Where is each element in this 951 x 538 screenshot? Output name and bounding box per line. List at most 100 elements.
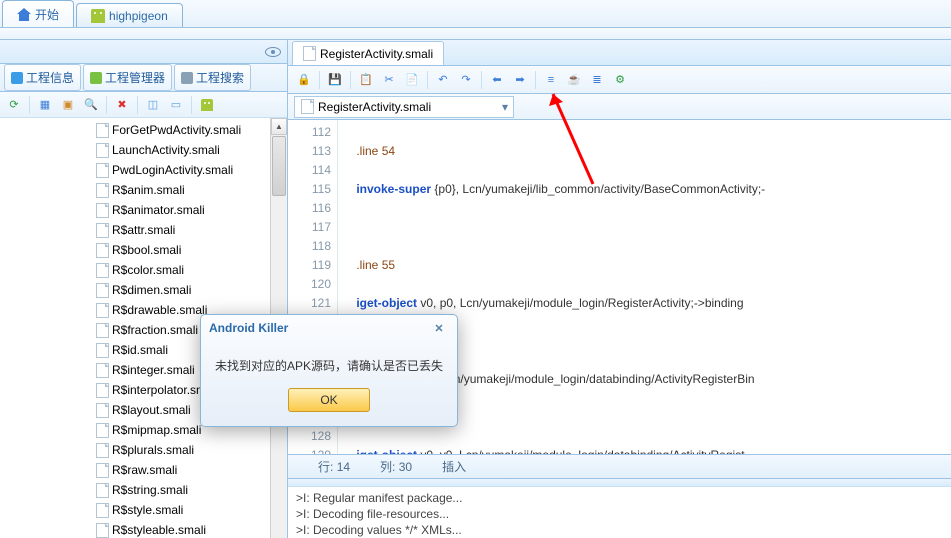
android-icon [201,99,213,111]
tree-item-label: R$styleable.smali [112,523,206,537]
copy-button[interactable]: 📋 [356,70,376,90]
tool-save[interactable]: ▦ [35,95,55,115]
editor-subtoolbar: RegisterActivity.smali [288,94,951,120]
line-number: 120 [288,275,331,294]
scroll-up-button[interactable]: ▲ [271,118,287,135]
close-button[interactable]: ✕ [429,320,449,336]
status-row: 行: 14 [318,458,350,475]
separator [481,71,482,89]
redo-button[interactable]: ↷ [456,70,476,90]
dialog-title: Android Killer [209,321,288,335]
line-number: 118 [288,237,331,256]
scroll-thumb[interactable] [272,136,286,196]
file-icon [96,503,109,518]
tree-item-label: R$id.smali [112,343,168,357]
tree-item-label: R$color.smali [112,263,184,277]
tree-item[interactable]: ForGetPwdActivity.smali [0,120,287,140]
file-select[interactable]: RegisterActivity.smali [294,96,514,118]
tab-project-manager-label: 工程管理器 [105,69,165,86]
tab-start[interactable]: 开始 [2,0,74,27]
ok-button[interactable]: OK [288,388,370,412]
cut-button[interactable]: ✂ [379,70,399,90]
tree-item-label: R$string.smali [112,483,188,497]
align-button[interactable]: ≣ [587,70,607,90]
file-icon [96,263,109,278]
file-icon [96,183,109,198]
tree-item[interactable]: R$attr.smali [0,220,287,240]
tool-copy[interactable]: ▣ [58,95,78,115]
tree-item-label: R$drawable.smali [112,303,207,317]
dialog-message: 未找到对应的APK源码，请确认是否已丢失 [201,341,457,382]
forward-button[interactable]: ➡ [510,70,530,90]
tab-project-search[interactable]: 工程搜索 [174,64,251,91]
left-tabs: 工程信息 工程管理器 工程搜索 [0,64,287,92]
save-button[interactable]: 💾 [325,70,345,90]
file-tab[interactable]: RegisterActivity.smali [292,41,444,65]
tab-project[interactable]: highpigeon [76,3,183,27]
tree-item-label: R$integer.smali [112,363,195,377]
tool-find[interactable]: 🔍 [81,95,101,115]
tree-item[interactable]: R$raw.smali [0,460,287,480]
file-icon [96,223,109,238]
file-icon [96,203,109,218]
tree-item-label: R$style.smali [112,503,183,517]
tree-item-label: R$dimen.smali [112,283,191,297]
file-icon [96,483,109,498]
tree-item-label: R$layout.smali [112,403,191,417]
output-line: >I: Decoding values */* XMLs... [296,522,943,538]
run-button[interactable]: ⚙ [610,70,630,90]
file-icon [96,463,109,478]
paste-button[interactable]: 📄 [402,70,422,90]
ribbon-body [0,28,951,40]
tab-project-info[interactable]: 工程信息 [4,64,81,91]
tree-item[interactable]: R$styleable.smali [0,520,287,538]
status-bar: 行: 14 列: 30 插入 [288,454,951,478]
lock-button[interactable]: 🔒 [294,70,314,90]
tab-project-manager[interactable]: 工程管理器 [83,64,172,91]
tree-item-label: R$mipmap.smali [112,423,201,437]
tool-android[interactable] [197,95,217,115]
dialog-titlebar[interactable]: Android Killer ✕ [201,315,457,341]
eye-icon[interactable] [265,47,281,57]
output-panel: >I: Regular manifest package... >I: Deco… [288,478,951,538]
tree-item-label: R$fraction.smali [112,323,198,337]
tree-item[interactable]: R$animator.smali [0,200,287,220]
separator [191,96,192,114]
refresh-button[interactable]: ⟳ [4,95,24,115]
android-icon [91,9,105,23]
file-icon [96,423,109,438]
tree-item[interactable]: R$color.smali [0,260,287,280]
output-line: >I: Regular manifest package... [296,490,943,506]
manager-icon [90,72,102,84]
ribbon-tabs: 开始 highpigeon [0,0,951,28]
tool-delete[interactable]: ✖ [112,95,132,115]
file-icon [96,163,109,178]
tree-item[interactable]: R$dimen.smali [0,280,287,300]
search-icon [181,72,193,84]
format-button[interactable]: ≡ [541,70,561,90]
tree-item[interactable]: PwdLoginActivity.smali [0,160,287,180]
file-tabs: RegisterActivity.smali [288,40,951,66]
tool-view2[interactable]: ▭ [166,95,186,115]
right-panel: RegisterActivity.smali 🔒 💾 📋 ✂ 📄 ↶ ↷ ⬅ ➡… [288,40,951,538]
tree-item[interactable]: R$plurals.smali [0,440,287,460]
back-button[interactable]: ⬅ [487,70,507,90]
output-line: >I: Decoding file-resources... [296,506,943,522]
tree-item[interactable]: LaunchActivity.smali [0,140,287,160]
tree-item[interactable]: R$string.smali [0,480,287,500]
editor-toolbar: 🔒 💾 📋 ✂ 📄 ↶ ↷ ⬅ ➡ ≡ ☕ ≣ ⚙ [288,66,951,94]
file-icon [96,383,109,398]
separator [29,96,30,114]
file-icon [96,343,109,358]
tree-item[interactable]: R$bool.smali [0,240,287,260]
tree-item-label: LaunchActivity.smali [112,143,220,157]
java-button[interactable]: ☕ [564,70,584,90]
undo-button[interactable]: ↶ [433,70,453,90]
output-header [288,479,951,487]
file-icon [96,303,109,318]
tree-item[interactable]: R$style.smali [0,500,287,520]
line-number: 116 [288,199,331,218]
file-icon [96,283,109,298]
tree-item[interactable]: R$anim.smali [0,180,287,200]
tool-view1[interactable]: ◫ [143,95,163,115]
